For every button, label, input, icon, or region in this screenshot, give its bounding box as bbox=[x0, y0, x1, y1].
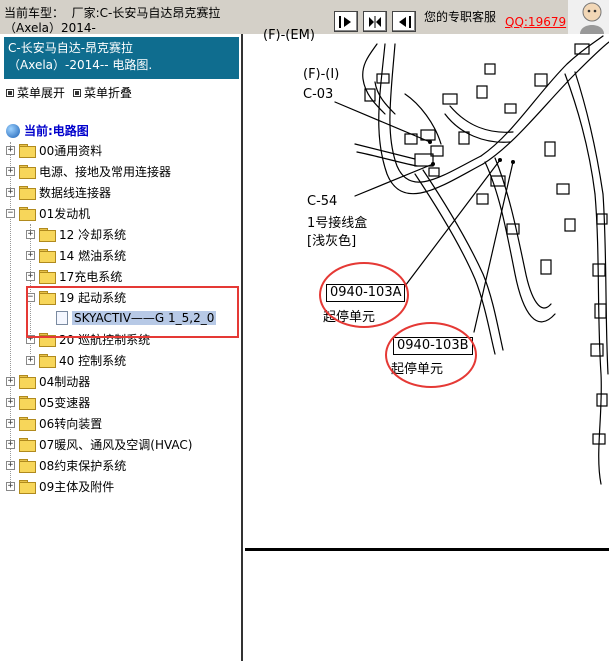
folder-icon bbox=[19, 459, 36, 473]
folder-icon bbox=[39, 249, 56, 263]
expand-plus-icon: + bbox=[26, 228, 35, 239]
tree-item[interactable]: +08约束保护系统 bbox=[6, 456, 126, 474]
folder-icon bbox=[39, 270, 56, 284]
folder-icon bbox=[19, 480, 36, 494]
folder-icon bbox=[19, 396, 36, 410]
folder-icon bbox=[19, 438, 36, 452]
split-arrows-icon bbox=[369, 15, 381, 28]
collapse-icon bbox=[73, 88, 82, 97]
folder-open-icon bbox=[19, 207, 36, 221]
annotation-circle-b bbox=[385, 322, 477, 388]
expand-plus-icon: + bbox=[26, 249, 35, 260]
sidebar-title: C-长安马自达-昂克赛拉 （Axela）-2014-- 电路图. bbox=[4, 37, 239, 79]
tree-item[interactable]: +17充电系统 bbox=[26, 267, 122, 285]
connector-label-c54: C-54 bbox=[307, 194, 338, 209]
expand-plus-icon: + bbox=[6, 459, 15, 470]
expand-menu-button[interactable]: 菜单展开 bbox=[6, 84, 65, 101]
expand-icon bbox=[6, 88, 14, 97]
folder-icon bbox=[19, 144, 36, 158]
diagram-bottom-border bbox=[245, 548, 609, 551]
folder-icon bbox=[19, 165, 36, 179]
expand-plus-icon: + bbox=[26, 354, 35, 365]
nav-expand-button[interactable] bbox=[363, 11, 387, 32]
expand-plus-icon: + bbox=[6, 375, 15, 386]
collapse-menu-label: 菜单折叠 bbox=[84, 86, 133, 100]
expand-plus-icon: + bbox=[26, 270, 35, 281]
sidebar: C-长安马自达-昂克赛拉 （Axela）-2014-- 电路图. 菜单展开 菜单… bbox=[0, 34, 243, 661]
tree-item[interactable]: +40 控制系统 bbox=[26, 351, 126, 369]
tree-item[interactable]: +06转向装置 bbox=[6, 414, 102, 432]
play-right-icon bbox=[339, 15, 351, 28]
folder-icon bbox=[19, 375, 36, 389]
current-node[interactable]: 当前:电路图 bbox=[6, 122, 89, 139]
junction-box-label: 1号接线盒 bbox=[307, 216, 368, 231]
tree-item[interactable]: −01发动机 bbox=[6, 204, 90, 222]
nav-forward-button[interactable] bbox=[334, 11, 358, 32]
annotation-circle-a bbox=[319, 262, 409, 328]
tree-item[interactable]: +05变速器 bbox=[6, 393, 90, 411]
expand-plus-icon: + bbox=[6, 186, 15, 197]
sidebar-toolbar: 菜单展开 菜单折叠 bbox=[6, 84, 132, 101]
nav-back-button[interactable] bbox=[392, 11, 416, 32]
collapse-minus-icon: − bbox=[6, 207, 15, 218]
expand-plus-icon: + bbox=[6, 165, 15, 176]
expand-plus-icon: + bbox=[6, 438, 15, 449]
tree-item[interactable]: +07暖风、通风及空调(HVAC) bbox=[6, 435, 192, 453]
tree-item[interactable]: +14 燃油系统 bbox=[26, 246, 126, 264]
color-label: [浅灰色] bbox=[307, 234, 357, 249]
folder-icon bbox=[19, 417, 36, 431]
globe-icon bbox=[6, 123, 20, 138]
tree-item[interactable]: +12 冷却系统 bbox=[26, 225, 126, 243]
expand-plus-icon: + bbox=[6, 396, 15, 407]
annotation-highlight-box bbox=[26, 286, 239, 338]
tree-item[interactable]: +09主体及附件 bbox=[6, 477, 114, 495]
play-left-icon bbox=[399, 15, 411, 28]
connector-label-f-em: (F)-(EM) bbox=[263, 28, 315, 43]
connector-label-c03: C-03 bbox=[303, 87, 334, 102]
collapse-menu-button[interactable]: 菜单折叠 bbox=[73, 84, 132, 101]
tree-item[interactable]: + 电源、接地及常用连接器 bbox=[6, 162, 171, 180]
tree-item[interactable]: +00通用资料 bbox=[6, 141, 102, 159]
support-label: 您的专职客服 bbox=[424, 10, 497, 24]
expand-plus-icon: + bbox=[6, 480, 15, 491]
folder-icon bbox=[39, 354, 56, 368]
wiring-diagram-view[interactable]: (F)-(EM) (F)-(I) C-03 C-54 1号接线盒 [浅灰色] 0… bbox=[245, 28, 609, 661]
expand-plus-icon: + bbox=[6, 144, 15, 155]
tree-item[interactable]: + 数据线连接器 bbox=[6, 183, 111, 201]
qq-link[interactable]: QQ:19679 bbox=[505, 15, 566, 29]
wiring-diagram-drawing bbox=[334, 35, 609, 485]
connector-label-f-i: (F)-(I) bbox=[303, 67, 340, 82]
folder-icon bbox=[39, 228, 56, 242]
support-avatar bbox=[568, 0, 609, 34]
expand-plus-icon: + bbox=[6, 417, 15, 428]
tree-item[interactable]: +04制动器 bbox=[6, 372, 90, 390]
expand-menu-label: 菜单展开 bbox=[17, 86, 66, 100]
current-node-label: 当前:电路图 bbox=[24, 124, 89, 138]
folder-icon bbox=[19, 186, 36, 200]
